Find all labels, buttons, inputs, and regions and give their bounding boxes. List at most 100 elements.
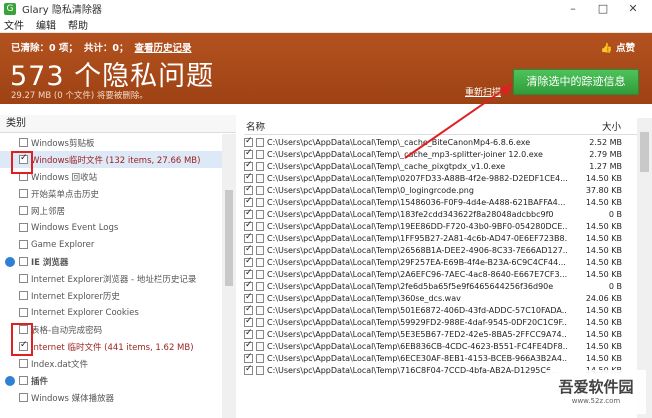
file-row[interactable]: C:\Users\pc\AppData\Local\Temp\501E6872-… [242, 304, 636, 316]
ie-browser-icon [5, 256, 15, 267]
file-row[interactable]: C:\Users\pc\AppData\Local\Temp\59929FD2-… [242, 316, 636, 328]
file-checkbox[interactable] [244, 148, 253, 159]
category-item[interactable]: Windows剪贴板 [0, 134, 222, 151]
file-checkbox[interactable] [244, 304, 253, 315]
category-item[interactable]: Internet Explorer历史 [0, 287, 222, 304]
category-item[interactable]: Internet Explorer Cookies [0, 304, 222, 321]
file-checkbox[interactable] [244, 256, 253, 267]
maximize-button[interactable]: □ [588, 0, 618, 17]
category-group[interactable]: 插件 [0, 372, 222, 389]
file-row[interactable]: C:\Users\pc\AppData\Local\Temp\6EB836CB-… [242, 340, 636, 352]
file-row[interactable]: C:\Users\pc\AppData\Local\Temp\26568B1A-… [242, 244, 636, 256]
category-label: 网上邻居 [31, 206, 66, 217]
issue-headline: 573 个隐私问题 [10, 61, 215, 92]
category-item[interactable]: Index.dat文件 [0, 355, 222, 372]
category-item[interactable]: 表格-自动完成密码 [0, 321, 222, 338]
minimize-button[interactable]: – [558, 0, 588, 17]
file-path: C:\Users\pc\AppData\Local\Temp\2fe6d5ba6… [267, 281, 554, 291]
stats-line: 已清除：0 项； 共计：0； 查看历史记录 [11, 40, 192, 54]
category-label: 表格-自动完成密码 [31, 325, 103, 336]
category-group[interactable]: IE 浏览器 [0, 253, 222, 270]
file-row[interactable]: C:\Users\pc\AppData\Local\Temp\_cache_pi… [242, 160, 636, 172]
category-checkbox[interactable] [19, 308, 28, 317]
column-size[interactable]: 大小 [602, 119, 621, 133]
file-row[interactable]: C:\Users\pc\AppData\Local\Temp\5E3E5B67-… [242, 328, 636, 340]
column-name[interactable]: 名称 [246, 119, 265, 133]
file-row[interactable]: C:\Users\pc\AppData\Local\Temp\0_logingr… [242, 184, 636, 196]
file-row[interactable]: C:\Users\pc\AppData\Local\Temp\_cache_mp… [242, 148, 636, 160]
category-scroll-thumb[interactable] [225, 190, 233, 286]
category-checkbox[interactable] [19, 240, 28, 249]
category-scrollbar[interactable] [222, 134, 236, 418]
category-item[interactable]: 网上邻居 [0, 202, 222, 219]
category-checkbox[interactable] [19, 376, 28, 385]
rescan-link[interactable]: 重新扫描 [465, 85, 501, 98]
file-checkbox[interactable] [244, 184, 253, 195]
file-row[interactable]: C:\Users\pc\AppData\Local\Temp\183fe2cdd… [242, 208, 636, 220]
menu-help[interactable]: 帮助 [68, 17, 88, 32]
file-icon [256, 281, 264, 291]
category-item[interactable]: 开始菜单点击历史 [0, 185, 222, 202]
clean-selected-button[interactable]: 清除选中的踪迹信息 [513, 69, 639, 95]
category-checkbox[interactable] [19, 206, 28, 215]
file-checkbox[interactable] [244, 244, 253, 255]
file-checkbox[interactable] [244, 352, 253, 363]
category-checkbox[interactable] [19, 274, 28, 283]
category-item[interactable]: Windows临时文件 (132 items, 27.66 MB) [0, 151, 222, 168]
like-label: 点赞 [615, 43, 635, 54]
close-button[interactable]: ✕ [618, 0, 648, 17]
file-checkbox[interactable] [244, 208, 253, 219]
file-icon [256, 341, 264, 351]
file-row[interactable]: C:\Users\pc\AppData\Local\Temp\19EE86DD-… [242, 220, 636, 232]
file-row[interactable]: C:\Users\pc\AppData\Local\Temp\6ECE30AF-… [242, 352, 636, 364]
category-item[interactable]: Internet 临时文件 (441 items, 1.62 MB) [0, 338, 222, 355]
category-item[interactable]: Game Explorer [0, 236, 222, 253]
file-row[interactable]: C:\Users\pc\AppData\Local\Temp\29F257EA-… [242, 256, 636, 268]
file-checkbox[interactable] [244, 232, 253, 243]
category-checkbox[interactable] [19, 257, 28, 266]
file-path: C:\Users\pc\AppData\Local\Temp\59929FD2-… [267, 317, 567, 327]
file-checkbox[interactable] [244, 160, 253, 171]
menu-bar: 文件 编辑 帮助 [0, 17, 652, 33]
category-item[interactable]: Windows 回收站 [0, 168, 222, 185]
file-checkbox[interactable] [244, 364, 253, 375]
file-row[interactable]: C:\Users\pc\AppData\Local\Temp\360se_dcs… [242, 292, 636, 304]
category-checkbox[interactable] [19, 223, 28, 232]
category-label: Windows临时文件 (132 items, 27.66 MB) [31, 155, 201, 166]
file-scroll-thumb[interactable] [640, 132, 649, 172]
category-item[interactable]: Windows Event Logs [0, 219, 222, 236]
category-checkbox[interactable] [19, 291, 28, 300]
file-row[interactable]: C:\Users\pc\AppData\Local\Temp\2fe6d5ba6… [242, 280, 636, 292]
file-row[interactable]: C:\Users\pc\AppData\Local\Temp\15486036-… [242, 196, 636, 208]
file-size: 37.80 KB [585, 185, 622, 195]
file-icon [256, 317, 264, 327]
category-checkbox[interactable] [19, 138, 28, 147]
category-checkbox[interactable] [19, 189, 28, 198]
file-row[interactable]: C:\Users\pc\AppData\Local\Temp\_cache_Bi… [242, 136, 636, 148]
file-row[interactable]: C:\Users\pc\AppData\Local\Temp\0207FD33-… [242, 172, 636, 184]
menu-edit[interactable]: 编辑 [36, 17, 56, 32]
like-button[interactable]: 👍 点赞 [601, 40, 635, 54]
file-checkbox[interactable] [244, 316, 253, 327]
file-checkbox[interactable] [244, 292, 253, 303]
file-checkbox[interactable] [244, 220, 253, 231]
category-checkbox[interactable] [19, 359, 28, 368]
file-path: C:\Users\pc\AppData\Local\Temp\19EE86DD-… [267, 221, 567, 231]
category-checkbox[interactable] [19, 393, 28, 402]
file-icon [256, 329, 264, 339]
file-checkbox[interactable] [244, 196, 253, 207]
category-item[interactable]: Windows 媒体播放器 [0, 389, 222, 406]
file-checkbox[interactable] [244, 268, 253, 279]
file-checkbox[interactable] [244, 280, 253, 291]
file-checkbox[interactable] [244, 136, 253, 147]
file-checkbox[interactable] [244, 328, 253, 339]
file-row[interactable]: C:\Users\pc\AppData\Local\Temp\2A6EFC96-… [242, 268, 636, 280]
file-path: C:\Users\pc\AppData\Local\Temp\29F257EA-… [267, 257, 566, 267]
file-checkbox[interactable] [244, 172, 253, 183]
file-row[interactable]: C:\Users\pc\AppData\Local\Temp\1FF95B27-… [242, 232, 636, 244]
menu-file[interactable]: 文件 [4, 17, 24, 32]
history-link[interactable]: 查看历史记录 [135, 40, 192, 54]
annotation-box-temp-files [11, 151, 33, 174]
category-item[interactable]: Internet Explorer浏览器 - 地址栏历史记录 [0, 270, 222, 287]
file-checkbox[interactable] [244, 340, 253, 351]
